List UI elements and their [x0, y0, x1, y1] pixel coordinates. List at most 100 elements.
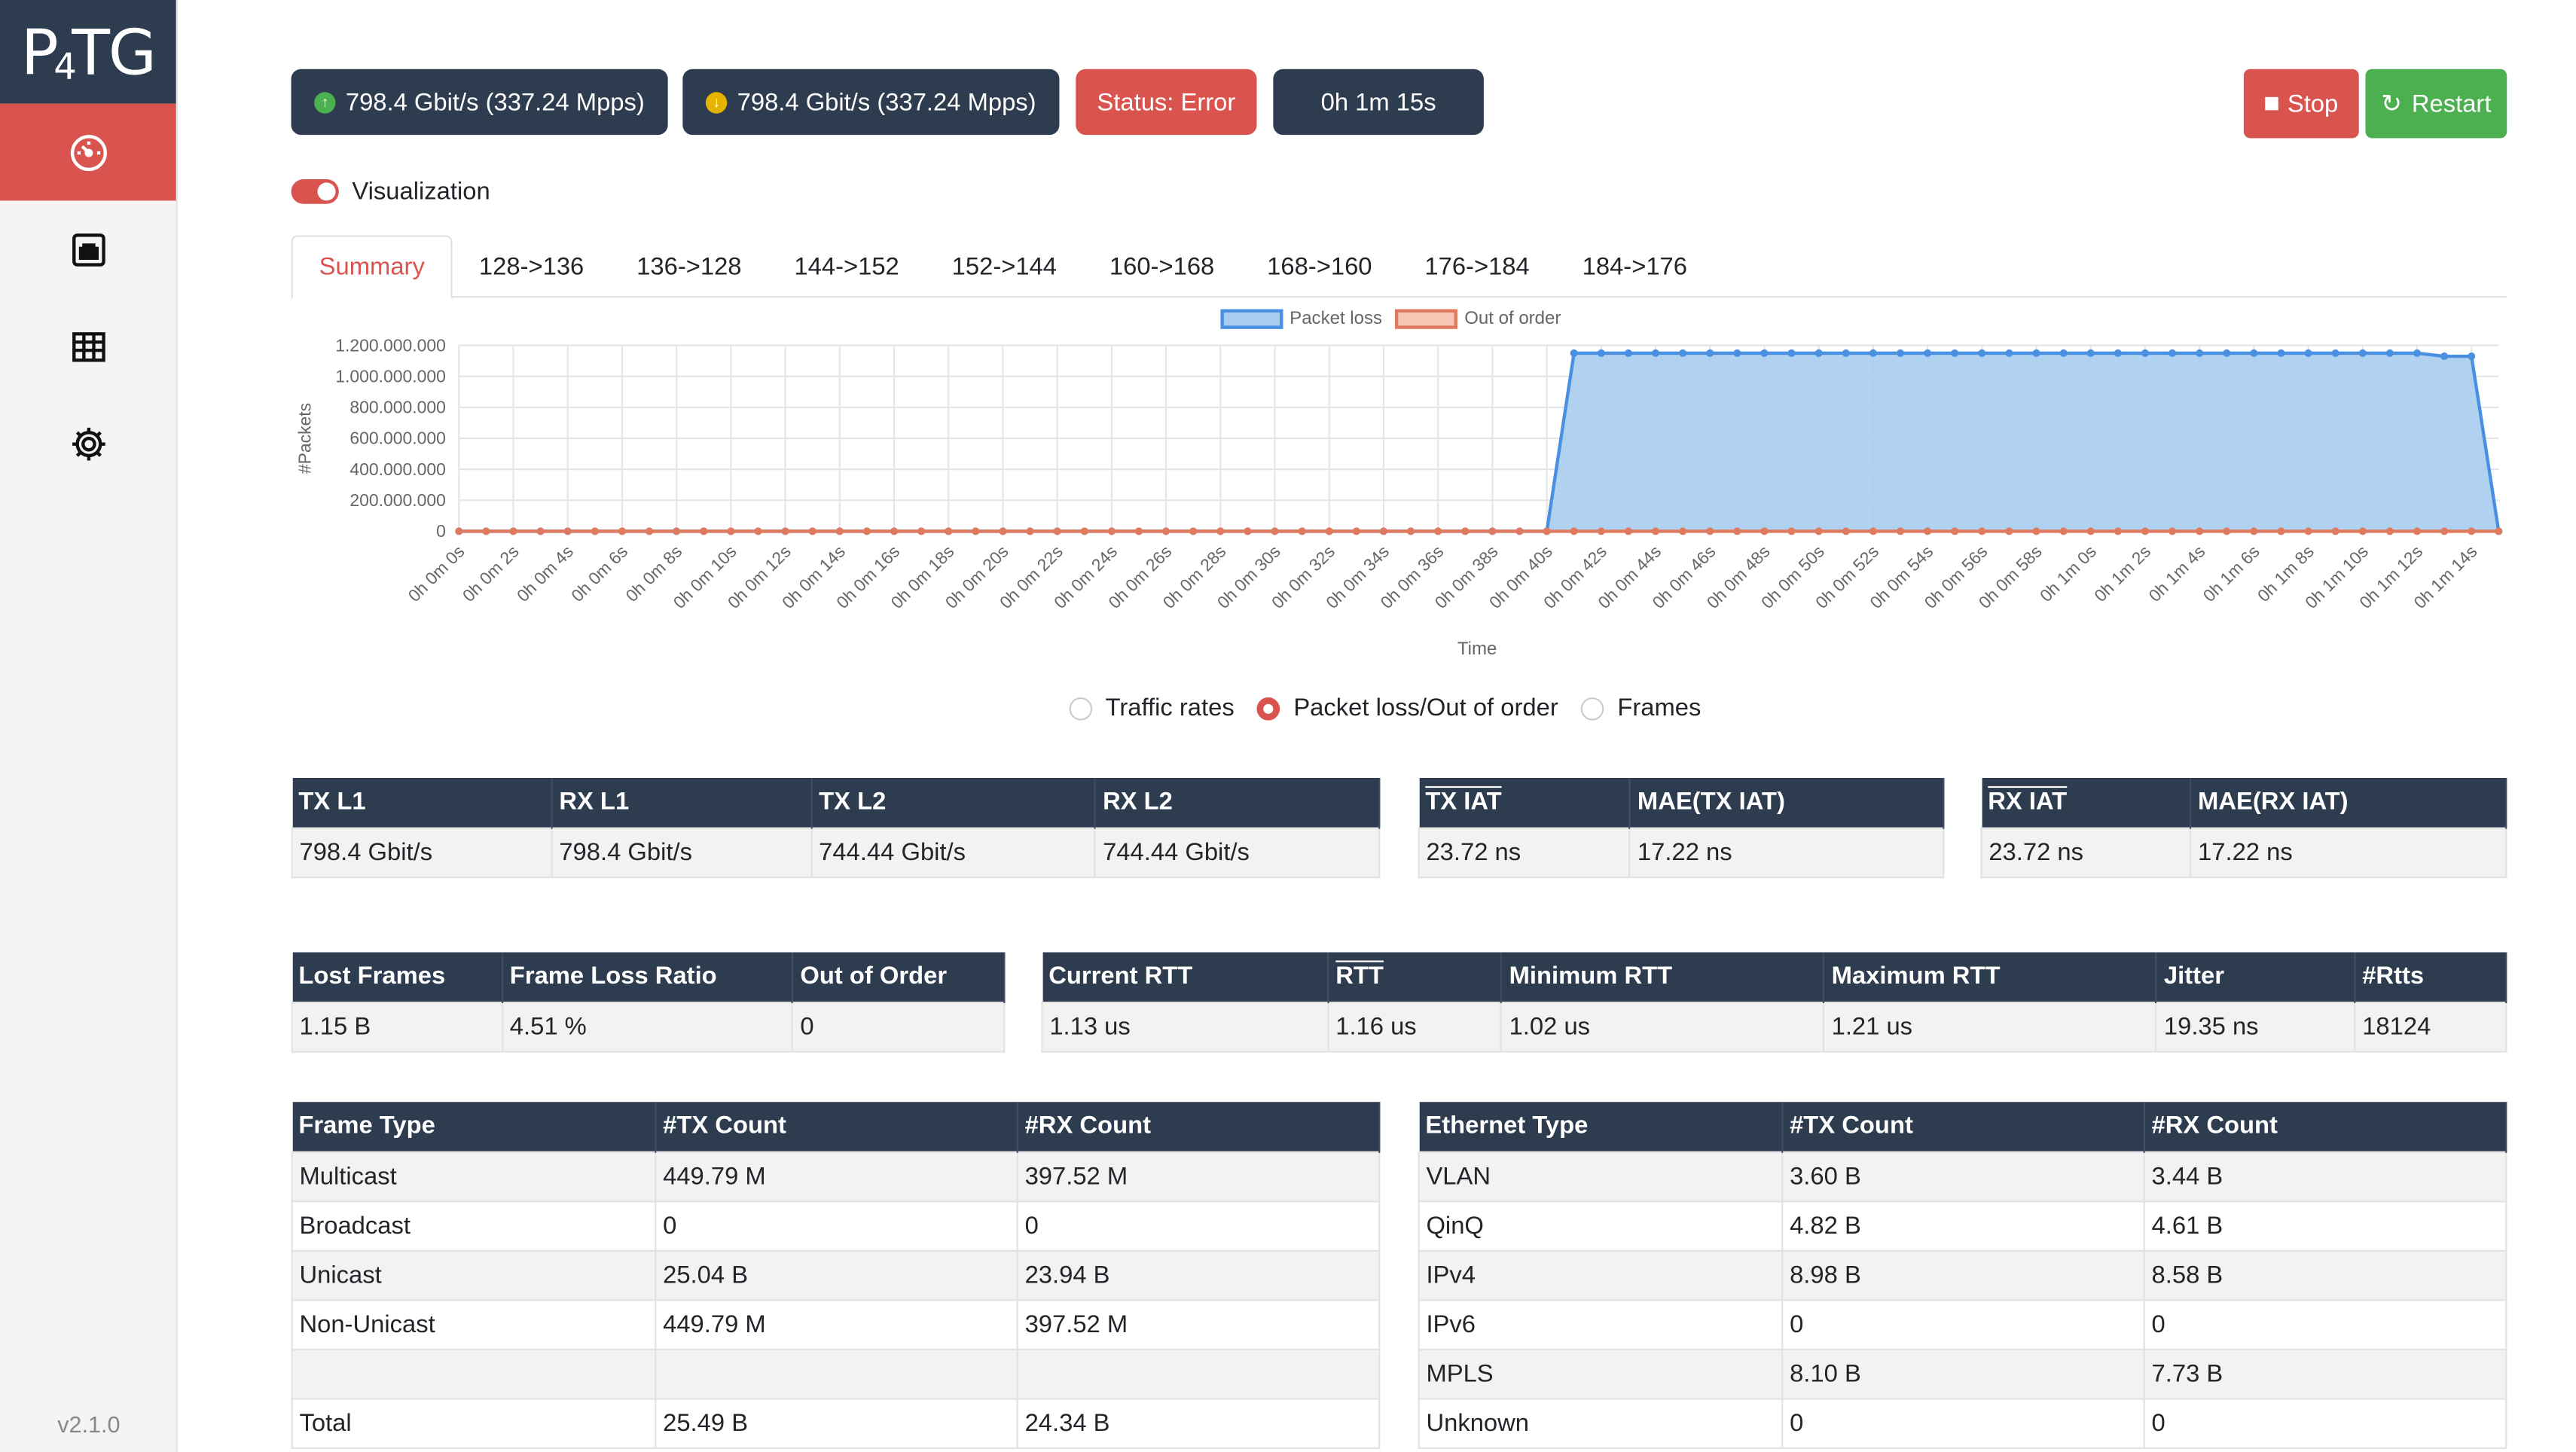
data-point: [1978, 527, 1986, 535]
data-point: [1597, 527, 1605, 535]
data-point: [862, 527, 871, 535]
restart-icon: ↻: [2381, 90, 2402, 119]
data-point: [781, 527, 789, 535]
table-cell: [1016, 1347, 1381, 1399]
table-cell: 449.79 M: [655, 1150, 1018, 1202]
arrow-down-icon: ↓: [706, 91, 728, 113]
data-point: [945, 527, 953, 535]
tab-stream[interactable]: 128->136: [453, 235, 610, 297]
data-point: [754, 527, 762, 535]
radio-frames[interactable]: Frames: [1581, 694, 1701, 722]
data-point: [1733, 527, 1741, 535]
data-point: [591, 527, 599, 535]
table-cell: 3.44 B: [2143, 1150, 2507, 1202]
header-maximum-rtt: Maximum RTT: [1824, 952, 2158, 1002]
y-axis-label: #Packets: [295, 403, 315, 474]
data-point: [2223, 527, 2231, 535]
table-cell: 3.60 B: [1781, 1150, 2145, 1202]
cell-lost-frames: 1.15 B: [291, 1000, 504, 1052]
y-tick-label: 0: [436, 521, 446, 541]
data-point: [1814, 527, 1823, 535]
packet-loss-chart: 0 200.000.000 400.000.000 600.000.000 800.00…: [295, 335, 2503, 659]
data-point: [509, 527, 517, 535]
data-point: [2114, 349, 2122, 357]
data-point: [1787, 527, 1796, 535]
tab-summary[interactable]: Summary: [291, 235, 453, 300]
data-point: [1080, 527, 1088, 535]
app-version: v2.1.0: [57, 1411, 121, 1438]
header-rtts: #Rtts: [2355, 952, 2507, 1002]
data-point: [1244, 527, 1252, 535]
header-lost-frames: Lost Frames: [291, 952, 504, 1002]
x-tick-label: 0h 1m 4s: [2144, 541, 2208, 606]
data-point: [618, 527, 626, 535]
table-cell: Unicast: [291, 1249, 657, 1301]
data-point: [1134, 527, 1143, 535]
gear-icon: [71, 426, 105, 460]
data-point: [2196, 527, 2204, 535]
sidebar-item-tables[interactable]: [0, 297, 176, 395]
tab-stream[interactable]: 136->128: [610, 235, 768, 297]
data-point: [1026, 527, 1034, 535]
table-cell: Non-Unicast: [291, 1298, 657, 1350]
arrow-up-icon: ↑: [314, 91, 336, 113]
cell-rx-l2: 744.44 Gbit/s: [1094, 826, 1381, 878]
data-point: [1570, 349, 1578, 357]
stop-button[interactable]: Stop: [2243, 69, 2359, 139]
visualization-toggle[interactable]: [291, 179, 339, 204]
tab-stream[interactable]: 144->152: [768, 235, 925, 297]
table-row: 23.72 ns 17.22 ns: [1980, 826, 2507, 878]
radio-packet-loss[interactable]: Packet loss/Out of order: [1257, 694, 1558, 722]
data-point: [1624, 527, 1632, 535]
cell-rx-l1: 798.4 Gbit/s: [551, 826, 813, 878]
tab-stream[interactable]: 184->176: [1556, 235, 1714, 297]
radio-label: Frames: [1617, 694, 1702, 722]
data-point: [2250, 349, 2258, 357]
data-point: [1461, 527, 1470, 535]
data-point: [1951, 349, 1959, 357]
data-point: [1733, 349, 1741, 357]
data-point: [2196, 349, 2204, 357]
sidebar-item-ports[interactable]: [0, 200, 176, 297]
sidebar-item-dashboard[interactable]: [0, 103, 176, 201]
tab-stream[interactable]: 176->184: [1398, 235, 1555, 297]
tab-stream[interactable]: 152->144: [926, 235, 1083, 297]
x-tick-label: 0h 1m 0s: [2036, 541, 2100, 606]
sidebar: P 4 TG v2.1.0: [0, 0, 178, 1452]
table-cell: 7.73 B: [2143, 1347, 2507, 1399]
app-logo[interactable]: P 4 TG: [0, 0, 176, 104]
table-cell: 24.34 B: [1016, 1397, 1381, 1448]
elapsed-time-badge: 0h 1m 15s: [1273, 69, 1484, 136]
table-grid-icon: [71, 331, 105, 361]
data-point: [2413, 527, 2422, 535]
data-point: [536, 527, 545, 535]
data-point: [2440, 352, 2449, 361]
sidebar-item-settings[interactable]: [0, 395, 176, 492]
radio-traffic-rates[interactable]: Traffic rates: [1069, 694, 1235, 722]
data-point: [2169, 349, 2177, 357]
data-point: [1842, 527, 1850, 535]
header-rx-iat: RX IAT: [1981, 777, 2192, 828]
data-point: [2250, 527, 2258, 535]
data-point: [2358, 527, 2367, 535]
data-point: [2413, 349, 2422, 357]
data-point: [1787, 349, 1796, 357]
radio-label: Traffic rates: [1105, 694, 1235, 722]
table-cell: [655, 1347, 1018, 1399]
tab-stream[interactable]: 160->168: [1083, 235, 1241, 297]
table-row: MPLS 8.10 B 7.73 B: [1418, 1347, 2507, 1399]
restart-button[interactable]: ↻ Restart: [2365, 69, 2507, 139]
data-point: [2169, 527, 2177, 535]
restart-label: Restart: [2411, 90, 2492, 118]
table-row: [291, 1347, 1381, 1399]
data-point: [2223, 349, 2231, 357]
header-mae-rx-iat: MAE(RX IAT): [2190, 777, 2507, 828]
table-row: Unknown 0 0: [1418, 1397, 2507, 1448]
y-tick-label: 200.000.000: [349, 490, 445, 510]
table-cell: 25.49 B: [655, 1397, 1018, 1448]
cell-rtts: 18124: [2354, 1000, 2507, 1052]
data-point: [1924, 349, 1932, 357]
table-cell: Unknown: [1418, 1397, 1784, 1448]
visualization-label: Visualization: [352, 177, 490, 206]
tab-stream[interactable]: 168->160: [1241, 235, 1398, 297]
